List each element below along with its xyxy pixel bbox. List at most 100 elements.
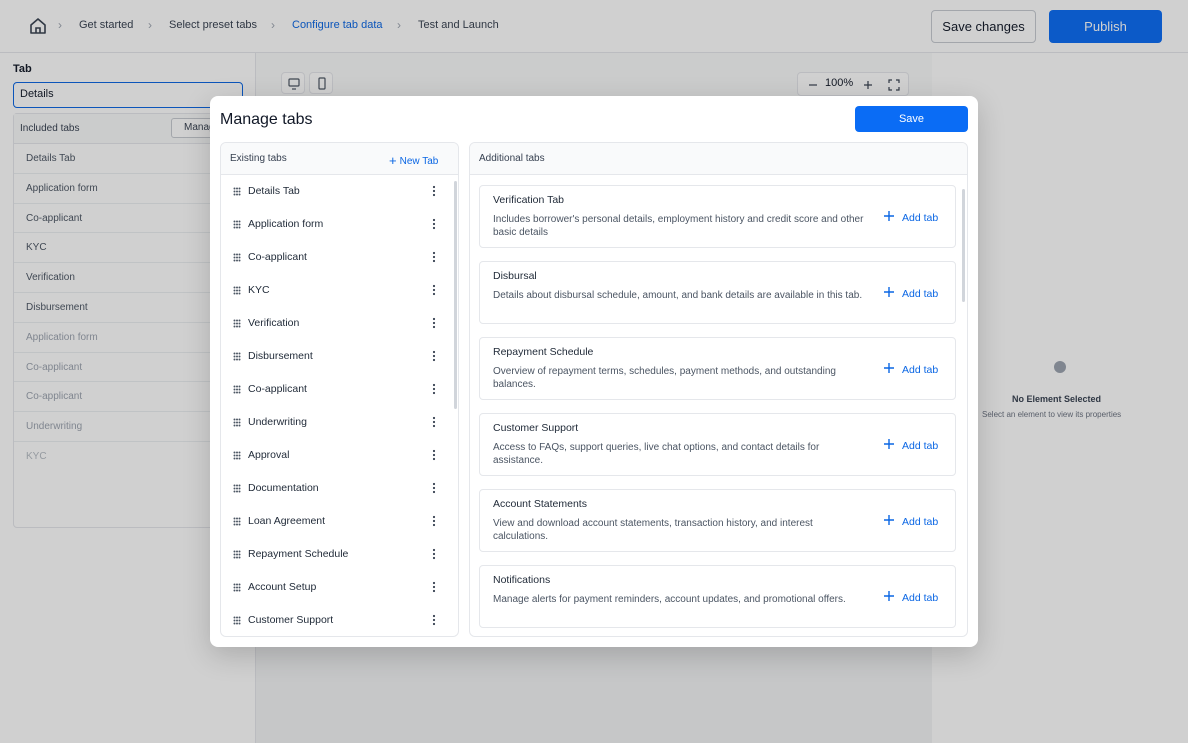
card-description: View and download account statements, tr… [493, 518, 813, 542]
additional-tabs-list: Verification Tab Includes borrower's pers… [479, 185, 956, 636]
plus-icon [884, 211, 894, 221]
existing-tab-item[interactable]: Approval [221, 439, 458, 472]
existing-tab-label: Repayment Schedule [248, 548, 349, 560]
existing-tab-item[interactable]: Repayment Schedule [221, 538, 458, 571]
add-tab-button[interactable]: Add tab [883, 437, 938, 452]
drag-handle-icon[interactable] [233, 187, 241, 196]
add-tab-label: Add tab [902, 288, 939, 300]
more-options-icon[interactable] [432, 284, 436, 296]
more-options-icon[interactable] [432, 350, 436, 362]
card-description: Details about disbursal schedule, amount… [493, 290, 863, 301]
drag-handle-icon[interactable] [233, 286, 241, 295]
existing-tab-label: Disbursement [248, 350, 313, 362]
plus-icon [884, 439, 894, 449]
add-tab-button[interactable]: Add tab [883, 285, 938, 300]
card-title: Account Statements [493, 498, 587, 510]
plus-icon [884, 287, 894, 297]
additional-tabs-title: Additional tabs [479, 153, 545, 164]
existing-tab-label: Documentation [248, 482, 319, 494]
more-options-icon[interactable] [432, 581, 436, 593]
more-options-icon[interactable] [432, 515, 436, 527]
additional-tab-card: Account Statements View and download acco… [479, 489, 956, 552]
existing-tab-item[interactable]: Co-applicant [221, 241, 458, 274]
card-title: Customer Support [493, 422, 579, 434]
additional-tab-card: Verification Tab Includes borrower's pers… [479, 185, 956, 248]
add-tab-label: Add tab [902, 364, 939, 376]
plus-icon [884, 363, 894, 373]
more-options-icon[interactable] [432, 383, 436, 395]
existing-tab-item[interactable]: Account Setup [221, 571, 458, 604]
more-options-icon[interactable] [432, 449, 436, 461]
existing-tab-item[interactable]: Application form [221, 208, 458, 241]
existing-tab-item[interactable]: Verification [221, 307, 458, 340]
add-tab-label: Add tab [902, 516, 939, 528]
drag-handle-icon[interactable] [233, 550, 241, 559]
existing-tab-label: Application form [248, 218, 324, 230]
additional-tab-card: Notifications Manage alerts for payment r… [479, 565, 956, 628]
drag-handle-icon[interactable] [233, 385, 241, 394]
more-options-icon[interactable] [432, 251, 436, 263]
additional-tab-card: Customer Support Access to FAQs, support … [479, 413, 956, 476]
drag-handle-icon[interactable] [233, 451, 241, 460]
add-tab-button[interactable]: Add tab [883, 589, 938, 604]
drag-handle-icon[interactable] [233, 418, 241, 427]
add-tab-button[interactable]: Add tab [883, 513, 938, 528]
existing-tab-label: KYC [248, 284, 270, 296]
plus-icon [884, 515, 894, 525]
existing-tab-item[interactable]: Documentation [221, 472, 458, 505]
scrollbar[interactable] [962, 189, 965, 302]
card-title: Repayment Schedule [493, 346, 594, 358]
existing-tabs-panel: Existing tabs + New Tab Details Tab Applic… [220, 142, 459, 637]
existing-tab-label: Details Tab [248, 185, 300, 197]
drag-handle-icon[interactable] [233, 253, 241, 262]
existing-tab-item[interactable]: Underwriting [221, 406, 458, 439]
drag-handle-icon[interactable] [233, 583, 241, 592]
existing-tab-label: Underwriting [248, 416, 307, 428]
drag-handle-icon[interactable] [233, 220, 241, 229]
additional-tabs-header: Additional tabs [470, 143, 967, 175]
existing-tab-label: Approval [248, 449, 290, 461]
card-description: Includes borrower's personal details, em… [493, 214, 864, 238]
new-tab-button[interactable]: + New Tab [389, 152, 439, 168]
more-options-icon[interactable] [432, 218, 436, 230]
new-tab-label: New Tab [399, 156, 439, 167]
existing-tab-label: Co-applicant [248, 251, 307, 263]
add-tab-label: Add tab [902, 440, 939, 452]
scrollbar[interactable] [454, 181, 457, 409]
card-description: Overview of repayment terms, schedules, … [493, 366, 836, 390]
manage-tabs-modal: Manage tabs Save Existing tabs + New Tab … [210, 96, 978, 647]
plus-icon [884, 591, 894, 601]
existing-tab-item[interactable]: Details Tab [221, 175, 458, 208]
drag-handle-icon[interactable] [233, 319, 241, 328]
card-title: Notifications [493, 574, 551, 586]
add-tab-button[interactable]: Add tab [883, 209, 938, 224]
add-tab-button[interactable]: Add tab [883, 361, 938, 376]
more-options-icon[interactable] [432, 416, 436, 428]
existing-tab-item[interactable]: KYC [221, 274, 458, 307]
card-title: Disbursal [493, 270, 537, 282]
more-options-icon[interactable] [432, 482, 436, 494]
more-options-icon[interactable] [432, 317, 436, 329]
existing-tab-label: Customer Support [248, 614, 334, 626]
drag-handle-icon[interactable] [233, 517, 241, 526]
more-options-icon[interactable] [432, 185, 436, 197]
add-tab-label: Add tab [902, 592, 939, 604]
plus-icon: + [389, 153, 397, 168]
existing-tabs-list: Details Tab Application form Co-applicant K… [221, 175, 458, 636]
add-tab-label: Add tab [902, 212, 939, 224]
more-options-icon[interactable] [432, 614, 436, 626]
existing-tab-label: Account Setup [248, 581, 317, 593]
save-button[interactable]: Save [855, 106, 968, 132]
card-title: Verification Tab [493, 194, 565, 206]
drag-handle-icon[interactable] [233, 352, 241, 361]
existing-tabs-header: Existing tabs + New Tab [221, 143, 458, 175]
modal-title: Manage tabs [220, 111, 313, 128]
existing-tab-item[interactable]: Disbursement [221, 340, 458, 373]
existing-tab-item[interactable]: Loan Agreement [221, 505, 458, 538]
existing-tab-item[interactable]: Co-applicant [221, 373, 458, 406]
drag-handle-icon[interactable] [233, 616, 241, 625]
existing-tab-item[interactable]: Customer Support [221, 604, 458, 636]
card-description: Manage alerts for payment reminders, acc… [493, 594, 846, 605]
more-options-icon[interactable] [432, 548, 436, 560]
drag-handle-icon[interactable] [233, 484, 241, 493]
